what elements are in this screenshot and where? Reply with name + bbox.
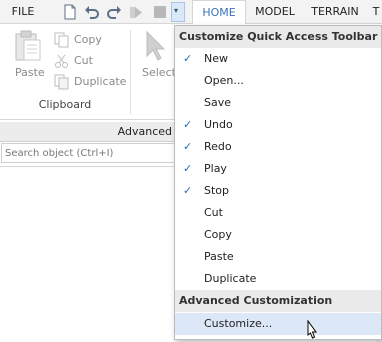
select-button[interactable]: Select <box>142 66 176 79</box>
copy-label: Copy <box>74 33 102 46</box>
clipboard-group-label: Clipboard <box>38 98 92 111</box>
menu-item-customize[interactable]: Customize... <box>175 313 381 335</box>
paste-icon <box>15 30 41 61</box>
check-icon: ✓ <box>183 140 193 153</box>
undo-icon[interactable] <box>84 4 100 20</box>
check-icon: ✓ <box>183 184 193 197</box>
advanced-panel-title: Advanced <box>117 125 172 138</box>
menu-item-label: Play <box>204 162 227 175</box>
menu-item-label: Undo <box>204 118 233 131</box>
cut-button[interactable]: Cut <box>52 51 122 71</box>
menu-item-duplicate[interactable]: Duplicate <box>175 268 381 290</box>
menu-item-redo[interactable]: ✓ Redo <box>175 136 381 158</box>
mouse-pointer-icon <box>307 320 317 339</box>
menu-item-label: Stop <box>204 184 230 197</box>
duplicate-button[interactable]: Duplicate <box>52 72 128 92</box>
cut-label: Cut <box>74 54 93 67</box>
paste-button[interactable]: Paste <box>15 66 45 79</box>
play-icon[interactable] <box>128 4 144 20</box>
menu-item-paste[interactable]: Paste <box>175 246 381 268</box>
menu-item-undo[interactable]: ✓ Undo <box>175 114 381 136</box>
customize-qat-menu: Customize Quick Access Toolbar ✓ New Ope… <box>174 25 382 340</box>
copy-icon <box>54 32 69 48</box>
copy-button[interactable]: Copy <box>52 30 122 50</box>
menu-header-advanced-customization: Advanced Customization <box>175 290 381 312</box>
check-icon: ✓ <box>183 52 193 65</box>
tab-truncated[interactable]: T <box>370 0 382 25</box>
duplicate-icon <box>54 74 69 90</box>
menu-header-customize-qat: Customize Quick Access Toolbar <box>175 26 381 48</box>
new-file-icon[interactable] <box>62 4 78 20</box>
menu-item-stop[interactable]: ✓ Stop <box>175 180 381 202</box>
file-tab[interactable]: FILE <box>0 0 46 24</box>
advanced-panel-header: Advanced <box>0 122 176 142</box>
menu-item-label: Cut <box>204 206 223 219</box>
tab-model[interactable]: MODEL <box>250 0 300 25</box>
menu-item-copy[interactable]: Copy <box>175 224 381 246</box>
menu-item-cut[interactable]: Cut <box>175 202 381 224</box>
menu-item-label: Save <box>204 96 232 109</box>
customize-dropdown-icon[interactable]: ▾ <box>171 2 185 22</box>
menu-item-open[interactable]: Open... <box>175 70 381 92</box>
stop-icon[interactable] <box>152 4 168 20</box>
cut-icon <box>55 54 68 68</box>
menu-item-save[interactable]: Save <box>175 92 381 114</box>
menu-item-label: Customize... <box>204 317 273 330</box>
tab-terrain[interactable]: TERRAIN <box>306 0 364 25</box>
ribbon-separator <box>130 30 131 114</box>
check-icon: ✓ <box>183 118 193 131</box>
tab-home[interactable]: HOME <box>192 0 246 25</box>
redo-icon[interactable] <box>106 4 122 20</box>
menu-item-label: Duplicate <box>204 272 257 285</box>
search-input[interactable] <box>2 144 174 162</box>
duplicate-label: Duplicate <box>74 75 127 88</box>
menu-item-label: Redo <box>204 140 232 153</box>
select-cursor-icon <box>146 30 166 61</box>
menu-item-label: New <box>204 52 228 65</box>
menu-item-label: Paste <box>204 250 234 263</box>
menu-item-new[interactable]: ✓ New <box>175 48 381 70</box>
menu-item-label: Copy <box>204 228 232 241</box>
search-box[interactable] <box>1 143 175 163</box>
menu-item-play[interactable]: ✓ Play <box>175 158 381 180</box>
title-bar: FILE ▾ HOME MODEL TERRAIN T <box>0 0 382 25</box>
advanced-panel-body <box>0 166 176 342</box>
menu-item-label: Open... <box>204 74 244 87</box>
check-icon: ✓ <box>183 162 193 175</box>
